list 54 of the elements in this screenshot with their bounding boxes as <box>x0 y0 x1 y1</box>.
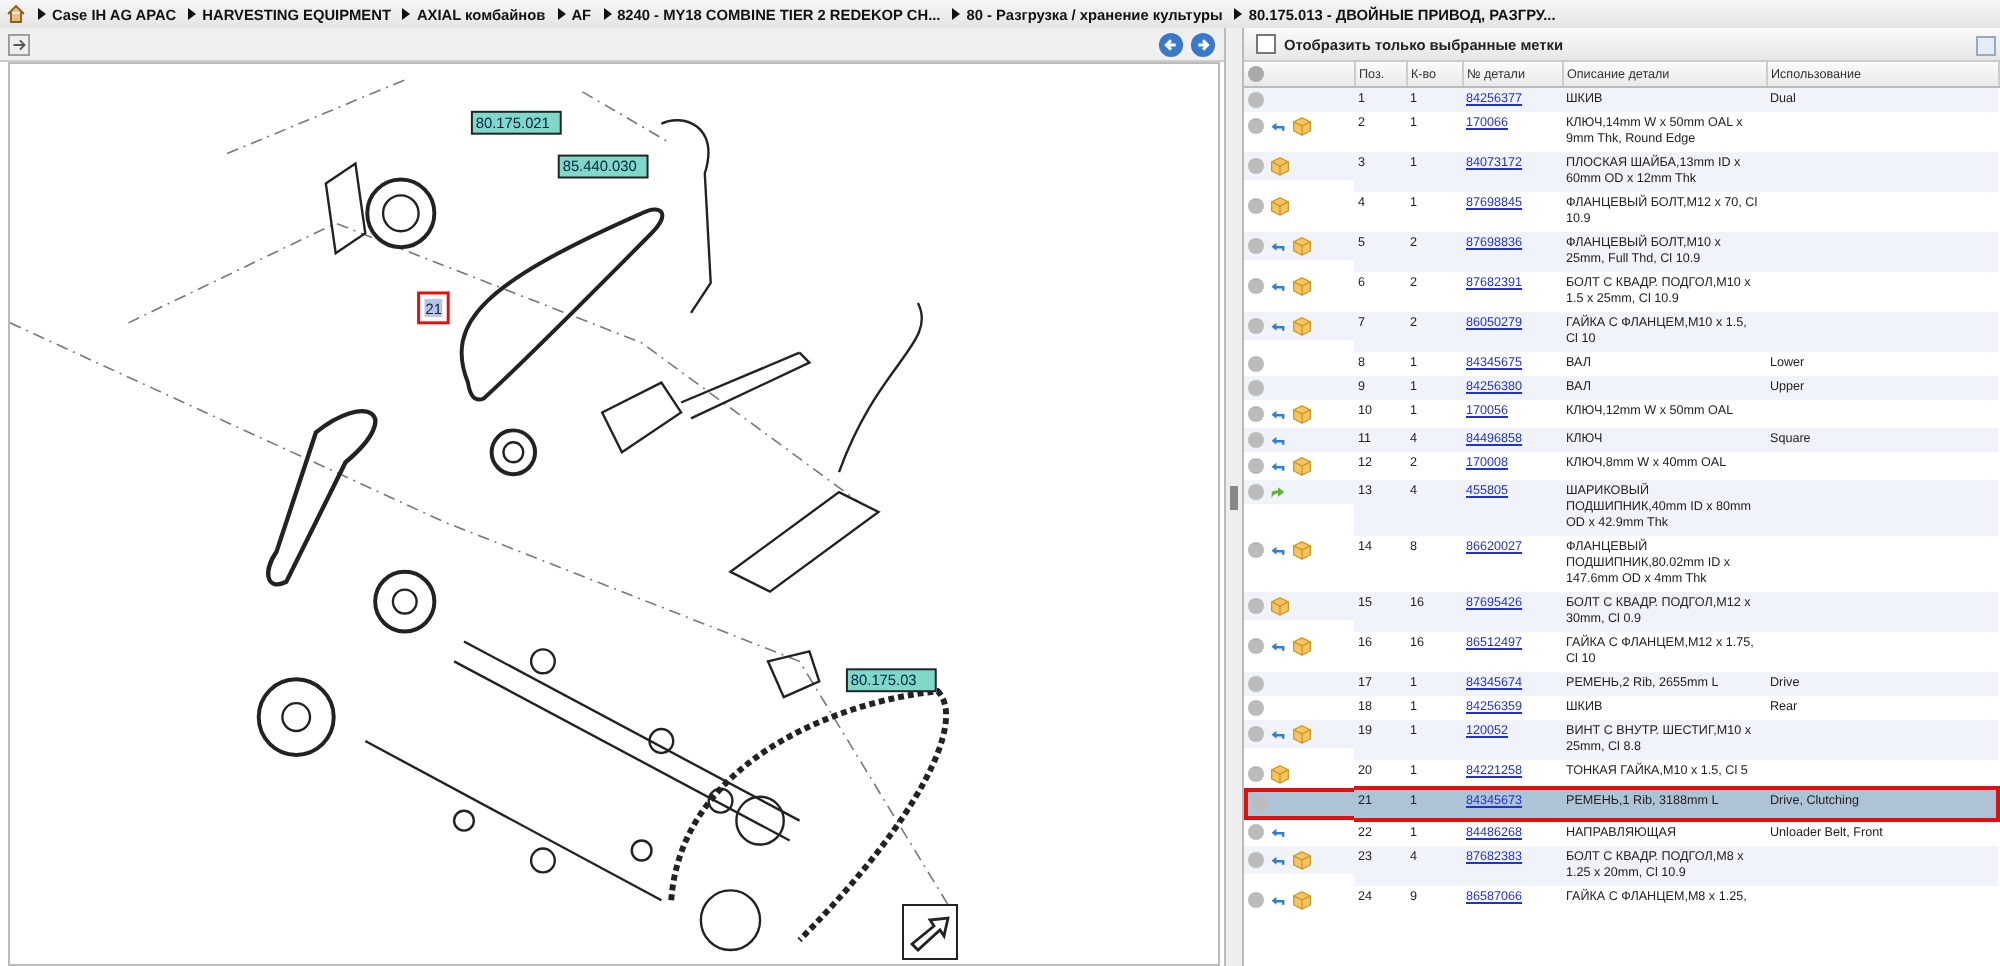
return-arrow-icon[interactable] <box>1270 824 1286 840</box>
triangle-icon <box>603 8 612 20</box>
triangle-icon <box>402 8 411 20</box>
add-icon[interactable] <box>1248 542 1264 558</box>
box-icon[interactable] <box>1270 596 1290 616</box>
return-arrow-icon[interactable] <box>1270 278 1286 294</box>
add-icon[interactable] <box>1248 278 1264 294</box>
return-arrow-icon[interactable] <box>1270 432 1286 448</box>
box-icon[interactable] <box>1292 850 1312 870</box>
forward-arrow-icon[interactable] <box>1190 31 1216 57</box>
triangle-icon <box>952 8 961 20</box>
return-arrow-icon[interactable] <box>1270 892 1286 908</box>
splitter-handle[interactable] <box>1230 485 1238 509</box>
box-icon[interactable] <box>1270 156 1290 176</box>
triangle-icon <box>188 8 197 20</box>
box-icon[interactable] <box>1292 116 1312 136</box>
back-arrow-icon[interactable] <box>1158 31 1184 57</box>
return-arrow-icon[interactable] <box>1270 726 1286 742</box>
expand-all-icon[interactable] <box>1248 66 1264 82</box>
forward-arrow-icon[interactable] <box>1270 484 1286 500</box>
box-icon[interactable] <box>1292 636 1312 656</box>
home-icon[interactable] <box>6 4 26 24</box>
triangle-icon <box>557 8 566 20</box>
return-arrow-icon[interactable] <box>1270 238 1286 254</box>
box-icon[interactable] <box>1292 404 1312 424</box>
box-icon[interactable] <box>1270 764 1290 784</box>
add-icon[interactable] <box>1248 198 1264 214</box>
return-arrow-icon[interactable] <box>1270 638 1286 654</box>
add-icon[interactable] <box>1248 158 1264 174</box>
box-icon[interactable] <box>1292 724 1312 744</box>
return-arrow-icon[interactable] <box>1270 118 1286 134</box>
checkbox[interactable] <box>1256 34 1276 54</box>
box-icon[interactable] <box>1292 890 1312 910</box>
triangle-icon <box>1234 8 1243 20</box>
box-icon[interactable] <box>1270 196 1290 216</box>
return-arrow-icon[interactable] <box>1270 406 1286 422</box>
return-arrow-icon[interactable] <box>1270 458 1286 474</box>
add-icon[interactable] <box>1248 238 1264 254</box>
add-icon[interactable] <box>1248 598 1264 614</box>
triangle-icon <box>38 8 46 20</box>
add-icon[interactable] <box>1248 638 1264 654</box>
box-icon[interactable] <box>1292 456 1312 476</box>
add-icon[interactable] <box>1248 892 1264 908</box>
add-icon[interactable] <box>1248 318 1264 334</box>
box-icon[interactable] <box>1292 316 1312 336</box>
box-icon[interactable] <box>1292 276 1312 296</box>
expand-icon[interactable] <box>8 33 30 55</box>
return-arrow-icon[interactable] <box>1270 318 1286 334</box>
arrow-button-icon[interactable] <box>902 904 958 960</box>
panel-icon[interactable] <box>1976 36 1996 56</box>
box-icon[interactable] <box>1292 236 1312 256</box>
return-arrow-icon[interactable] <box>1270 852 1286 868</box>
return-arrow-icon[interactable] <box>1270 542 1286 558</box>
box-icon[interactable] <box>1292 540 1312 560</box>
